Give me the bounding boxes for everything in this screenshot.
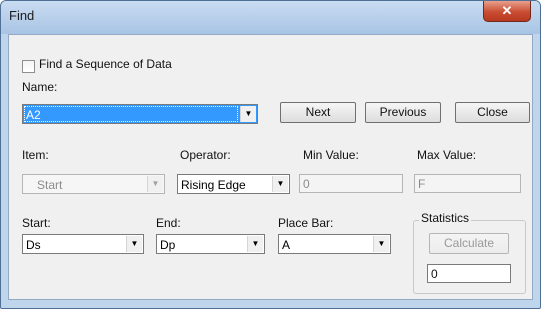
name-label: Name: <box>22 80 58 94</box>
end-dropdown[interactable]: Dp ▼ <box>156 234 265 254</box>
chevron-down-icon[interactable]: ▼ <box>373 236 389 252</box>
next-button[interactable]: Next <box>280 102 356 123</box>
max-value-label: Max Value: <box>417 148 477 162</box>
window-close-button[interactable]: ✕ <box>483 1 531 22</box>
item-dropdown[interactable]: Start ▼ <box>22 174 165 194</box>
end-value: Dp <box>160 238 176 252</box>
calculate-button[interactable]: Calculate <box>429 233 509 254</box>
chevron-down-icon[interactable]: ▼ <box>147 176 163 192</box>
statistics-result-field[interactable]: 0 <box>427 264 511 283</box>
item-value: Start <box>37 178 63 192</box>
place-bar-dropdown[interactable]: A ▼ <box>278 234 391 254</box>
dialog-body: Find a Sequence of Data Name: A2 ▼ Next … <box>8 34 533 300</box>
close-icon: ✕ <box>501 3 513 18</box>
min-value-field[interactable]: 0 <box>299 174 403 193</box>
min-value-label: Min Value: <box>303 148 359 162</box>
chevron-down-icon[interactable]: ▼ <box>240 106 256 122</box>
chevron-down-icon[interactable]: ▼ <box>126 236 142 252</box>
name-selection <box>24 106 238 122</box>
previous-button[interactable]: Previous <box>365 102 441 123</box>
find-sequence-checkbox[interactable] <box>22 60 35 73</box>
close-button[interactable]: Close <box>455 102 530 123</box>
find-sequence-label[interactable]: Find a Sequence of Data <box>39 57 172 71</box>
name-dropdown[interactable]: A2 ▼ <box>22 104 258 124</box>
start-dropdown[interactable]: Ds ▼ <box>22 234 144 254</box>
name-value: A2 <box>26 108 41 122</box>
operator-label: Operator: <box>180 148 231 162</box>
find-dialog: Find ✕ Find a Sequence of Data Name: A2 … <box>0 0 541 309</box>
window-title: Find <box>9 8 35 23</box>
title-bar[interactable]: Find ✕ <box>1 1 540 34</box>
operator-value: Rising Edge <box>181 178 246 192</box>
place-bar-label: Place Bar: <box>278 216 334 230</box>
start-value: Ds <box>26 238 41 252</box>
chevron-down-icon[interactable]: ▼ <box>247 236 263 252</box>
max-value-field[interactable]: F <box>414 174 521 193</box>
item-label: Item: <box>22 148 49 162</box>
place-bar-value: A <box>282 238 291 252</box>
statistics-group-title: Statistics <box>419 211 472 225</box>
operator-dropdown[interactable]: Rising Edge ▼ <box>177 174 290 194</box>
chevron-down-icon[interactable]: ▼ <box>272 176 288 192</box>
start-label: Start: <box>22 216 51 230</box>
end-label: End: <box>156 216 181 230</box>
